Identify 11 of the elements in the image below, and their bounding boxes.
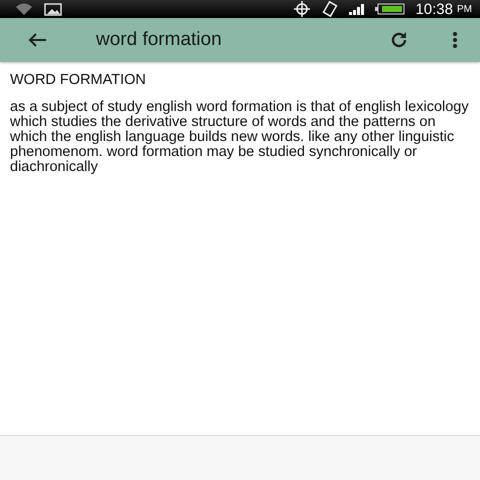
battery-icon [375,3,406,15]
image-icon [44,2,62,16]
gps-icon [293,1,312,17]
status-time: 10:38 [415,0,453,18]
signal-icon [349,3,366,15]
status-ampm: PM [457,4,472,14]
toolbar-title: word formation [96,29,223,51]
article-heading: WORD FORMATION [10,72,147,88]
article-text: as a subject of study english word formation is that of english lexicology which studies the derivative structure of words and the patterns on which the english language builds new words. like any other linguistic phenomenom. word formation may be studied synchronically or diachronically [10,100,470,175]
wifi-icon [14,2,34,16]
rotate-icon [321,1,340,17]
